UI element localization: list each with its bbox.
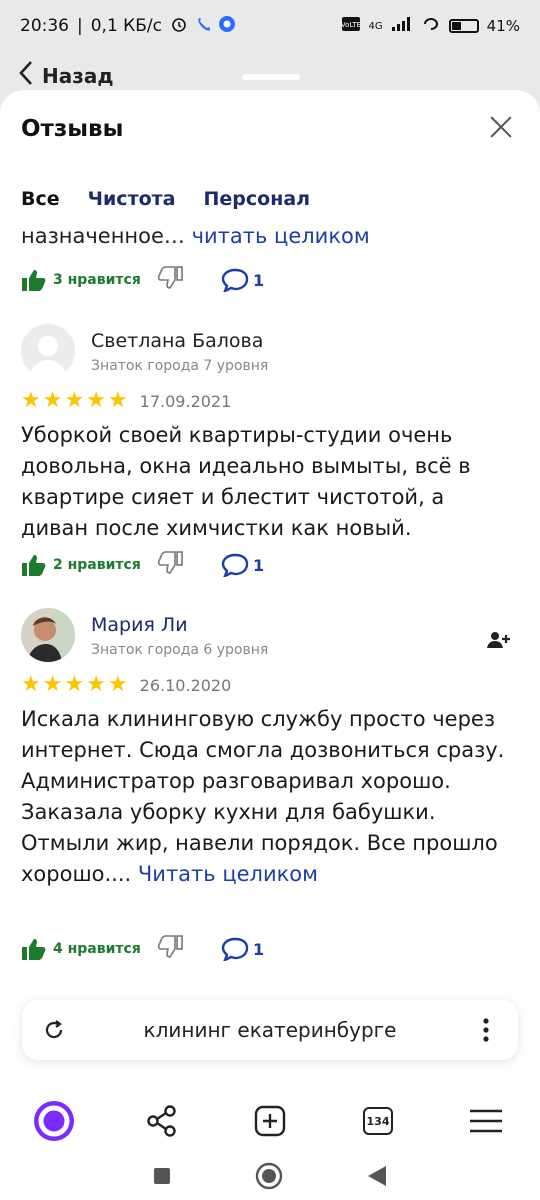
thumb-up-icon xyxy=(22,939,46,960)
rating-stars: ★ ★ ★ ★ ★ 17.09.2021 xyxy=(21,390,231,412)
star-icon: ★ xyxy=(21,388,41,413)
alarm-icon xyxy=(170,15,188,38)
tab-cleanliness[interactable]: Чистота xyxy=(88,188,176,210)
status-network-speed: 0,1 КБ/с xyxy=(90,16,162,36)
search-query[interactable]: клининг екатеринбурге xyxy=(86,1018,454,1042)
like-button[interactable]: 2 нравится xyxy=(21,553,157,577)
comment-icon xyxy=(221,268,249,292)
review-date: 26.10.2020 xyxy=(139,675,232,695)
square-nav-icon[interactable] xyxy=(152,1166,172,1190)
new-tab-icon xyxy=(254,1105,286,1137)
menu-icon xyxy=(470,1109,502,1133)
tab-all[interactable]: Все xyxy=(21,188,60,210)
like-button[interactable]: 3 нравится xyxy=(21,268,157,292)
triangle-back-icon[interactable] xyxy=(366,1164,388,1192)
new-tab-button[interactable] xyxy=(216,1105,324,1137)
reviewer-level: Знаток города 6 уровня xyxy=(91,642,269,658)
tabs-button[interactable]: 134 xyxy=(324,1107,432,1135)
star-icon: ★ xyxy=(64,672,85,697)
read-more-link[interactable]: читать целиком xyxy=(192,224,370,248)
share-button[interactable] xyxy=(108,1104,216,1138)
battery-icon xyxy=(448,19,479,33)
avatar[interactable] xyxy=(21,324,75,378)
alice-icon xyxy=(34,1101,74,1141)
star-icon: ★ xyxy=(86,672,106,697)
review-actions: 4 нравится 1 xyxy=(21,935,264,963)
rating-stars: ★ ★ ★ ★ ★ 26.10.2020 xyxy=(21,674,231,696)
volte-icon: VoLTE xyxy=(340,16,361,36)
phone-icon xyxy=(196,16,211,36)
network-type: 4G xyxy=(368,20,383,32)
status-bar: 20:36 | 0,1 КБ/с VoLTE 4G 41% xyxy=(0,0,540,52)
comment-button[interactable]: 1 xyxy=(221,268,264,292)
star-icon: ★ xyxy=(86,388,106,413)
hotspot-icon xyxy=(421,16,441,36)
sheet-drag-handle[interactable] xyxy=(242,74,300,80)
reviewer-name[interactable]: Мария Ли xyxy=(91,614,188,636)
thumb-down-icon xyxy=(157,935,183,958)
status-time: 20:36 xyxy=(20,16,69,36)
thumb-down-icon xyxy=(157,266,183,289)
alice-button[interactable] xyxy=(0,1099,108,1143)
dislike-button[interactable] xyxy=(157,935,221,963)
review-tabs: Все Чистота Персонал xyxy=(21,188,310,210)
tab-staff[interactable]: Персонал xyxy=(203,188,310,210)
sheet-title: Отзывы xyxy=(21,116,124,142)
share-icon xyxy=(147,1105,176,1137)
app-notification-icon xyxy=(218,15,236,38)
review-actions: 2 нравится 1 xyxy=(21,551,264,579)
battery-level: 41% xyxy=(486,17,520,35)
tabs-icon: 134 xyxy=(363,1107,393,1135)
add-user-icon[interactable] xyxy=(487,630,511,654)
star-icon: ★ xyxy=(21,672,41,697)
review-text: Уборкой своей квартиры-студии очень дово… xyxy=(21,423,471,540)
circle-nav-icon[interactable] xyxy=(255,1162,283,1194)
reviewer-name[interactable]: Светлана Балова xyxy=(91,330,263,352)
thumb-up-icon xyxy=(22,555,46,576)
like-button[interactable]: 4 нравится xyxy=(21,937,157,961)
review-date: 17.09.2021 xyxy=(139,391,232,411)
reviewer-level: Знаток города 7 уровня xyxy=(91,358,269,374)
close-icon[interactable] xyxy=(488,114,514,140)
star-icon: ★ xyxy=(64,388,85,413)
thumb-down-icon xyxy=(157,551,183,574)
more-vert-icon[interactable] xyxy=(454,1017,518,1043)
svg-text:VoLTE: VoLTE xyxy=(341,21,361,29)
reviews-sheet: Отзывы Все Чистота Персонал назначенное…… xyxy=(0,90,540,1086)
star-icon: ★ xyxy=(107,672,128,697)
star-icon: ★ xyxy=(42,388,63,413)
previous-review-actions: 3 нравится 1 xyxy=(21,266,264,294)
back-chevron-icon xyxy=(18,60,34,92)
read-more-link[interactable]: Читать целиком xyxy=(138,862,318,886)
comment-button[interactable]: 1 xyxy=(221,553,264,577)
search-bar[interactable]: клининг екатеринбурге xyxy=(22,1000,518,1060)
thumb-up-icon xyxy=(22,270,46,291)
back-label: Назад xyxy=(42,64,114,88)
avatar[interactable] xyxy=(21,608,75,662)
comment-icon xyxy=(221,553,249,577)
reload-icon[interactable] xyxy=(22,1018,86,1042)
star-icon: ★ xyxy=(42,672,63,697)
comment-icon xyxy=(221,937,249,961)
star-icon: ★ xyxy=(107,388,128,413)
review-text: Искала клининговую службу просто через и… xyxy=(21,707,505,886)
menu-button[interactable] xyxy=(432,1108,540,1134)
browser-toolbar: 134 xyxy=(0,1086,540,1156)
system-nav-bar xyxy=(0,1156,540,1200)
dislike-button[interactable] xyxy=(157,266,221,294)
previous-review-text: назначенное… читать целиком xyxy=(21,224,370,248)
signal-icon xyxy=(391,16,413,36)
dislike-button[interactable] xyxy=(157,551,221,579)
comment-button[interactable]: 1 xyxy=(221,937,264,961)
